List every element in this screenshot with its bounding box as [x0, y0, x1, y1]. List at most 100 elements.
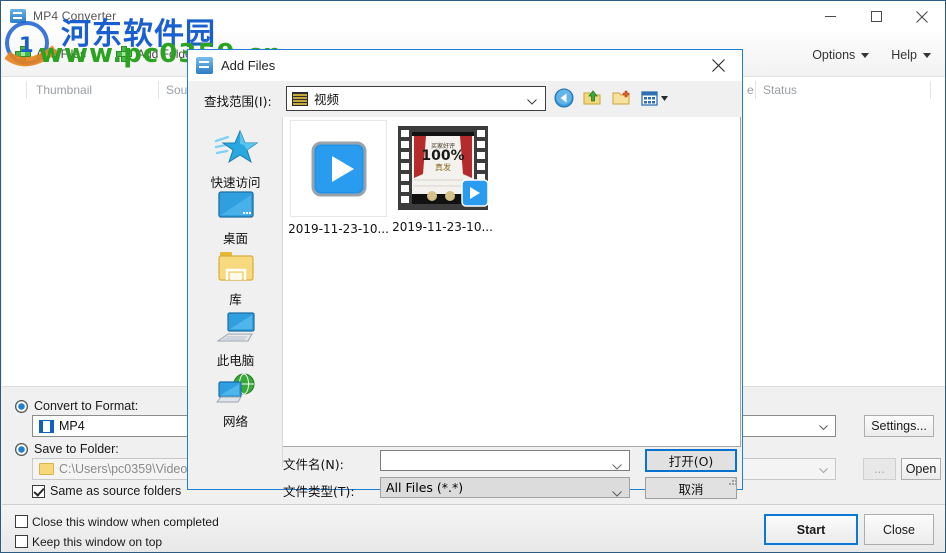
help-label: Help — [891, 48, 917, 62]
back-icon[interactable] — [554, 88, 575, 108]
file-name: 2019-11-23-10... — [392, 220, 493, 234]
svg-text:100%: 100% — [421, 148, 464, 164]
dialog-cancel-button[interactable]: 取消 — [645, 477, 737, 499]
minimize-icon[interactable] — [807, 1, 853, 32]
dialog-nav-icons — [554, 88, 671, 108]
close-when-completed-label: Close this window when completed — [32, 515, 219, 529]
same-as-source-checkbox[interactable] — [32, 485, 45, 498]
look-in-value: 视频 — [314, 92, 340, 107]
add-files-label: Add Files — [36, 47, 87, 61]
close-button[interactable]: Close — [864, 514, 934, 545]
folder-icon — [39, 463, 54, 475]
quick-access-star-icon — [214, 129, 259, 164]
settings-label: Settings... — [871, 419, 927, 433]
browse-folder-button[interactable]: ... — [863, 458, 896, 480]
add-files-button[interactable]: Add Files — [14, 43, 86, 65]
sidebar-label: 库 — [229, 292, 242, 307]
views-icon[interactable] — [641, 88, 671, 108]
sidebar-item-network[interactable]: 网络 — [189, 372, 282, 430]
convert-to-format-label: Convert to Format: — [34, 399, 139, 413]
maximize-icon[interactable] — [853, 1, 899, 32]
resize-grip[interactable] — [729, 477, 738, 486]
up-one-level-icon[interactable] — [583, 88, 604, 108]
dialog-title: Add Files — [221, 58, 276, 73]
settings-button[interactable]: Settings... — [864, 415, 934, 437]
libraries-icon — [217, 252, 254, 281]
mp4-converter-window: MP4 Converter Add Files Add Folder Optio… — [0, 0, 946, 553]
dialog-places-sidebar: 快速访问 桌面 库 此电脑 网络 — [189, 117, 283, 467]
same-as-source-label: Same as source folders — [50, 484, 182, 498]
file-name: 2019-11-23-10... — [288, 222, 389, 236]
keep-on-top-checkbox[interactable] — [15, 535, 28, 548]
browse-label: ... — [874, 462, 885, 476]
desktop-icon — [217, 191, 254, 218]
add-files-dialog: Add Files 查找范围(I): 视频 快速访问 桌面 库 此电脑 网络 2… — [187, 49, 743, 499]
sidebar-item-desktop[interactable]: 桌面 — [189, 189, 282, 247]
dialog-cancel-label: 取消 — [678, 481, 704, 497]
this-pc-icon — [215, 312, 255, 342]
file-name-input[interactable] — [380, 450, 630, 471]
options-label: Options — [812, 48, 856, 62]
film-icon — [39, 419, 54, 433]
dialog-open-button[interactable]: 打开(O) — [645, 449, 737, 472]
chevron-down-icon — [923, 52, 931, 58]
app-title: MP4 Converter — [33, 9, 117, 23]
bottom-bar: Close this window when completed Keep th… — [2, 504, 945, 552]
file-thumbnail: 买家好评 100% 真发 — [395, 120, 490, 215]
start-label: Start — [796, 522, 826, 537]
network-icon — [215, 373, 254, 403]
main-title-bar: MP4 Converter — [1, 1, 945, 32]
window-controls — [807, 1, 945, 32]
help-menu[interactable]: Help — [891, 48, 931, 62]
close-icon[interactable] — [899, 1, 945, 32]
convert-to-format-radio[interactable] — [15, 400, 28, 413]
file-type-label: 文件类型(T): — [283, 484, 355, 499]
dialog-open-label: 打开(O) — [668, 454, 714, 469]
sidebar-label: 桌面 — [222, 231, 248, 246]
column-thumbnail[interactable]: Thumbnail — [36, 83, 92, 97]
video-folder-icon — [292, 91, 308, 106]
file-type-combo[interactable]: All Files (*.*) — [380, 477, 630, 498]
chevron-down-icon — [819, 419, 828, 433]
column-source[interactable]: Sou — [166, 83, 187, 97]
dialog-file-list[interactable]: 2019-11-23-10... 买家好评 100% 真发 2019-11-23… — [283, 117, 741, 447]
sidebar-item-libraries[interactable]: 库 — [189, 250, 282, 308]
sidebar-item-quick-access[interactable]: 快速访问 — [189, 127, 282, 191]
menu-bar: Options Help — [812, 48, 931, 62]
svg-text:真发: 真发 — [435, 162, 451, 172]
add-icon — [14, 45, 32, 63]
file-thumbnail — [290, 120, 387, 217]
close-when-completed-checkbox[interactable] — [15, 515, 28, 528]
chevron-down-icon — [527, 94, 537, 108]
column-divider — [755, 81, 756, 99]
column-divider — [158, 81, 159, 99]
save-to-folder-radio[interactable] — [15, 443, 28, 456]
file-name-label: 文件名(N): — [283, 457, 344, 472]
add-icon — [115, 45, 133, 63]
add-folder-button[interactable]: Add Folder — [115, 43, 196, 65]
column-size[interactable]: e — [747, 83, 754, 97]
dialog-footer: 文件名(N): 文件类型(T): All Files (*.*) 打开(O) 取… — [283, 449, 741, 499]
look-in-combo[interactable]: 视频 — [286, 86, 546, 111]
open-folder-button[interactable]: Open — [901, 458, 941, 480]
video-thumbnail-icon: 买家好评 100% 真发 — [397, 125, 488, 210]
dialog-app-icon — [196, 57, 213, 74]
file-item[interactable]: 2019-11-23-10... — [287, 120, 390, 236]
chevron-down-icon — [612, 485, 622, 500]
sidebar-label: 网络 — [222, 414, 248, 429]
column-status[interactable]: Status — [763, 83, 797, 97]
folder-value: C:\Users\pc0359\Videos — [59, 462, 194, 476]
file-type-value: All Files (*.*) — [386, 480, 464, 495]
sidebar-item-this-pc[interactable]: 此电脑 — [189, 311, 282, 369]
keep-on-top-label: Keep this window on top — [32, 535, 163, 549]
file-item[interactable]: 买家好评 100% 真发 2019-11-23-10... — [391, 120, 494, 234]
app-icon — [10, 8, 26, 24]
column-divider — [26, 81, 27, 99]
options-menu[interactable]: Options — [812, 48, 870, 62]
new-folder-icon[interactable] — [612, 88, 633, 108]
format-value: MP4 — [59, 419, 85, 433]
start-button[interactable]: Start — [764, 514, 858, 545]
column-divider — [930, 81, 931, 99]
dialog-close-icon[interactable] — [696, 50, 740, 81]
open-label: Open — [905, 462, 937, 476]
